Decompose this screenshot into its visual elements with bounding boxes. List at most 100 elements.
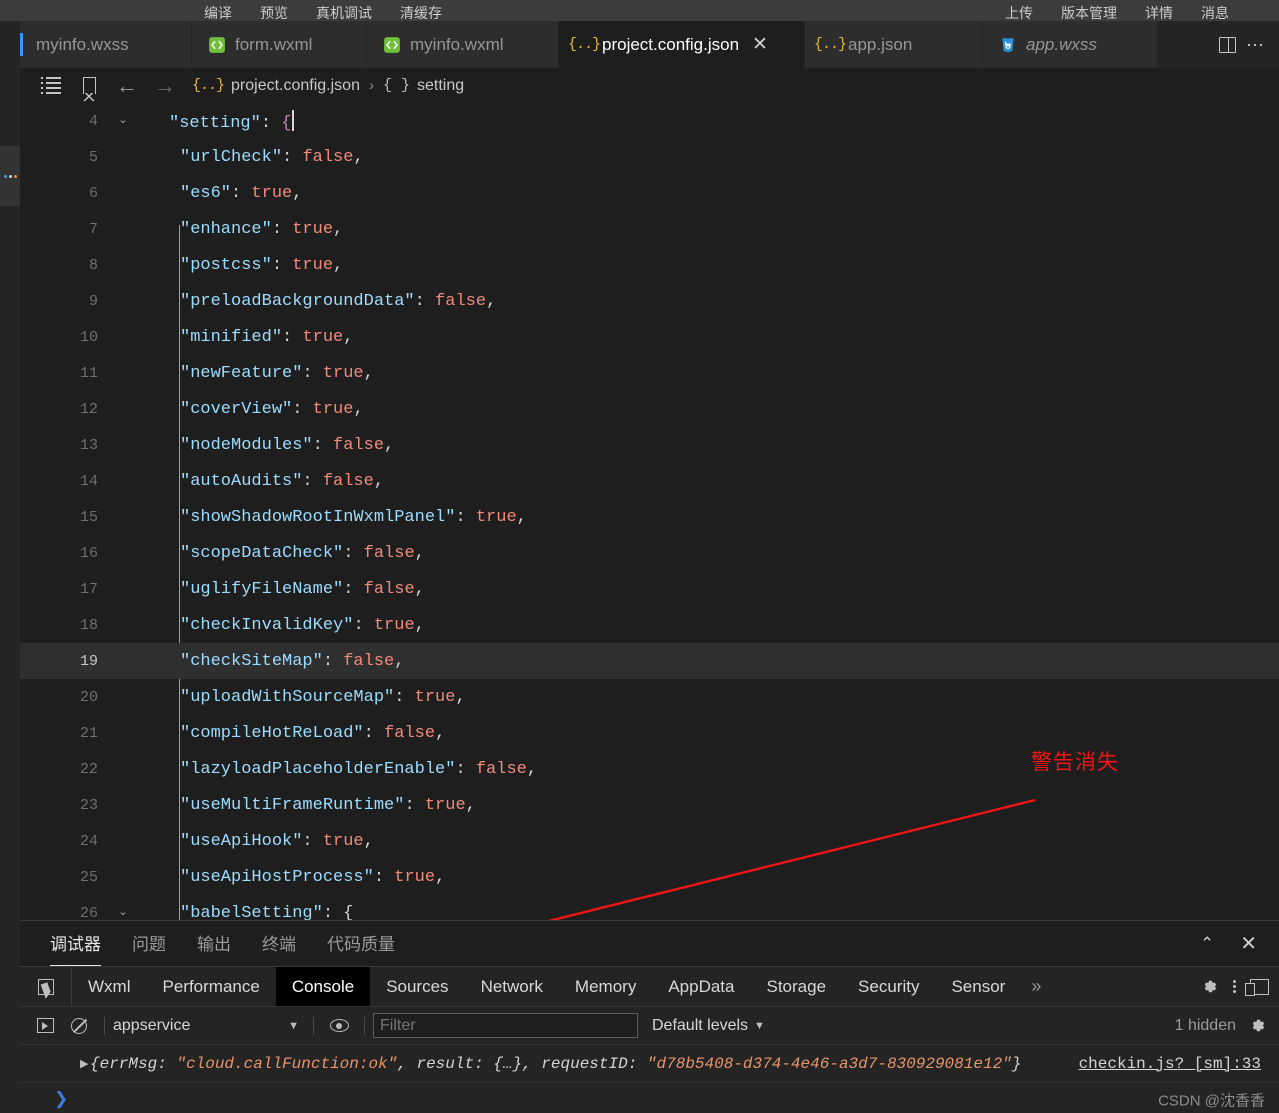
- menu-item-upload[interactable]: 上传: [991, 6, 1047, 21]
- panel-tab-terminal[interactable]: 终端: [262, 930, 296, 957]
- devtools-tab-memory[interactable]: Memory: [559, 967, 652, 1006]
- code-token: false: [475, 759, 527, 779]
- devtools-tab-appdata[interactable]: AppData: [652, 967, 750, 1006]
- devtools-tab-network[interactable]: Network: [465, 967, 559, 1006]
- code-line[interactable]: 11 "newFeature": true,: [20, 355, 1279, 391]
- menu-item-clear-cache[interactable]: 清缓存: [386, 6, 456, 21]
- console-log-row[interactable]: ▶ {errMsg: "cloud.callFunction:ok", resu…: [20, 1044, 1279, 1082]
- devtools-tab-console[interactable]: Console: [275, 967, 371, 1006]
- menu-item-preview[interactable]: 预览: [246, 6, 302, 21]
- close-icon[interactable]: ✕: [1240, 934, 1257, 954]
- panel-tab-output[interactable]: 输出: [197, 930, 231, 957]
- navigate-forward-icon[interactable]: →: [146, 74, 184, 97]
- code-line[interactable]: 5 "urlCheck": false,: [20, 139, 1279, 175]
- outline-icon[interactable]: [32, 77, 70, 94]
- code-line[interactable]: 23 "useMultiFrameRuntime": true,: [20, 787, 1279, 823]
- line-number: 17: [79, 580, 98, 598]
- menu-item-version[interactable]: 版本管理: [1047, 6, 1131, 21]
- expand-triangle-icon[interactable]: ▶: [80, 1057, 88, 1071]
- tab-close-button[interactable]: ✕: [752, 35, 768, 54]
- code-token: "es6": [180, 183, 232, 203]
- code-text: "urlCheck": false,: [158, 148, 364, 167]
- console-input-row[interactable]: ❯ CSDN @沈香香: [20, 1082, 1279, 1113]
- code-token: "setting": [169, 113, 261, 133]
- code-editor[interactable]: 4 ⌄ "setting": {5 "urlCheck": false, 6 "es6":…: [20, 103, 1279, 920]
- code-token: true: [292, 219, 334, 239]
- line-number: 23: [79, 796, 98, 814]
- panel-tab-debugger[interactable]: 调试器: [50, 930, 101, 966]
- code-line[interactable]: 16 "scopeDataCheck": false,: [20, 535, 1279, 571]
- panel-tab-problems[interactable]: 问题: [132, 930, 166, 957]
- editor-tab-form-wxml[interactable]: form.wxml: [192, 21, 367, 68]
- code-line[interactable]: 17 "uglifyFileName": false,: [20, 571, 1279, 607]
- editor-tab-project-config-json[interactable]: {..} project.config.json ✕: [559, 21, 805, 68]
- inspect-element-icon[interactable]: [20, 967, 72, 1006]
- more-actions-icon[interactable]: ⋯: [1246, 36, 1265, 54]
- code-line[interactable]: 20 "uploadWithSourceMap": true,: [20, 679, 1279, 715]
- editor-tab-app-json[interactable]: {..} app.json: [805, 21, 983, 68]
- gear-icon[interactable]: [1200, 977, 1219, 996]
- code-token: "urlCheck": [180, 147, 283, 167]
- code-line[interactable]: 10 "minified": true,: [20, 319, 1279, 355]
- tab-label: app.wxss: [1026, 34, 1097, 54]
- code-line[interactable]: 7 "enhance": true,: [20, 211, 1279, 247]
- dock-panel-icon[interactable]: [1245, 978, 1269, 996]
- clear-console-icon[interactable]: [62, 1017, 96, 1034]
- menu-item-message[interactable]: 消息: [1187, 6, 1243, 21]
- code-line[interactable]: 19 "checkSiteMap": false,: [20, 643, 1279, 679]
- editor-tab-app-wxss[interactable]: app.wxss: [983, 21, 1158, 68]
- code-text: "newFeature": true,: [158, 364, 374, 383]
- navigate-back-icon[interactable]: ←: [108, 74, 146, 97]
- code-text: "checkSiteMap": false,: [158, 652, 404, 671]
- menu-item-details[interactable]: 详情: [1131, 6, 1187, 21]
- console-context-selector[interactable]: appservice ▼: [113, 1017, 305, 1035]
- menu-item-compile[interactable]: 编译: [190, 6, 246, 21]
- console-sidebar-toggle-icon[interactable]: [28, 1018, 62, 1033]
- code-line[interactable]: 12 "coverView": true,: [20, 391, 1279, 427]
- code-line[interactable]: 24 "useApiHook": true,: [20, 823, 1279, 859]
- code-line[interactable]: 8 "postcss": true,: [20, 247, 1279, 283]
- line-number: 10: [79, 328, 98, 346]
- code-token: ,: [486, 291, 497, 311]
- console-log-levels-dropdown[interactable]: Default levels ▼: [652, 1017, 765, 1035]
- devtools-tab-security[interactable]: Security: [842, 967, 935, 1006]
- split-editor-icon[interactable]: [1219, 36, 1236, 53]
- panel-tab-code-quality[interactable]: 代码质量: [327, 930, 395, 957]
- devtools-overflow-icon[interactable]: »: [1021, 967, 1051, 1006]
- code-line[interactable]: 9 "preloadBackgroundData": false,: [20, 283, 1279, 319]
- editor-tab-myinfo-wxss[interactable]: myinfo.wxss: [20, 21, 192, 68]
- code-token: ,: [363, 831, 374, 851]
- devtools-tab-performance[interactable]: Performance: [146, 967, 275, 1006]
- gear-icon[interactable]: [1248, 1016, 1267, 1035]
- code-token: {: [343, 903, 354, 921]
- breadcrumb-symbol[interactable]: setting: [417, 77, 464, 95]
- devtools-tab-storage[interactable]: Storage: [751, 967, 843, 1006]
- console-filter-input[interactable]: [373, 1013, 638, 1038]
- fold-chevron-icon[interactable]: ⌄: [112, 907, 134, 919]
- breadcrumb-file[interactable]: project.config.json: [231, 77, 360, 95]
- breadcrumb-separator: ›: [368, 77, 374, 94]
- activity-bar: [0, 21, 20, 1113]
- chevron-up-icon[interactable]: ⌃: [1200, 935, 1214, 952]
- bookmark-icon[interactable]: [70, 77, 108, 101]
- fold-chevron-icon[interactable]: ⌄: [112, 115, 134, 127]
- menu-item-device-debug[interactable]: 真机调试: [302, 6, 386, 21]
- console-log-source-link[interactable]: checkin.js? [sm]:33: [1079, 1055, 1261, 1073]
- code-line[interactable]: 25 "useApiHostProcess": true,: [20, 859, 1279, 895]
- live-expression-eye-icon[interactable]: [322, 1019, 356, 1032]
- line-number: 5: [88, 148, 98, 166]
- more-options-icon[interactable]: [1233, 980, 1236, 993]
- code-line[interactable]: 13 "nodeModules": false,: [20, 427, 1279, 463]
- devtools-tab-wxml[interactable]: Wxml: [72, 967, 146, 1006]
- code-line[interactable]: 4 ⌄ "setting": {: [20, 103, 1279, 139]
- editor-tab-myinfo-wxml[interactable]: myinfo.wxml: [367, 21, 559, 68]
- code-line[interactable]: 14 "autoAudits": false,: [20, 463, 1279, 499]
- code-line[interactable]: 15 "showShadowRootInWxmlPanel": true,: [20, 499, 1279, 535]
- code-line[interactable]: 26 ⌄ "babelSetting": {: [20, 895, 1279, 921]
- code-token: ,: [414, 579, 425, 599]
- code-line[interactable]: 18 "checkInvalidKey": true,: [20, 607, 1279, 643]
- devtools-tab-sensor[interactable]: Sensor: [935, 967, 1021, 1006]
- activity-bar-item-active[interactable]: [0, 146, 20, 206]
- code-line[interactable]: 6 "es6": true,: [20, 175, 1279, 211]
- devtools-tab-sources[interactable]: Sources: [370, 967, 464, 1006]
